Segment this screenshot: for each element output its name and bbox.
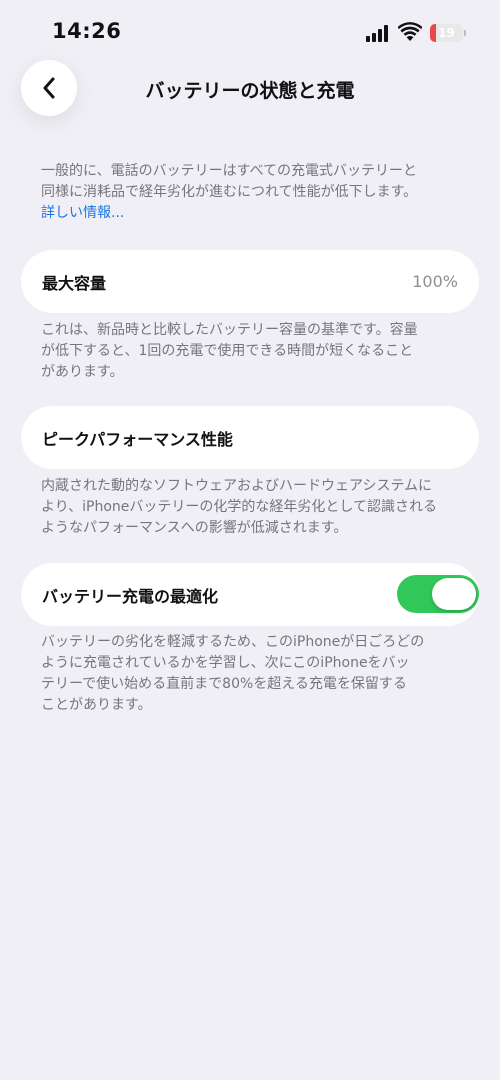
intro-text: 一般的に、電話のバッテリーはすべての充電式バッテリーと 同様に消耗品で経年劣化が… xyxy=(41,161,461,224)
max-capacity-value: 100% xyxy=(412,272,458,291)
note-line: これは、新品時と比較したバッテリー容量の基準です。容量 xyxy=(41,322,418,338)
optimized-charging-toggle[interactable] xyxy=(397,575,479,613)
page-title: バッテリーの状態と充電 xyxy=(145,80,355,102)
note-line: バッテリーの劣化を軽減するため、このiPhoneが日ごろどの xyxy=(41,634,425,650)
status-bar: 14:26 19 xyxy=(0,0,500,60)
battery-health-screen: 14:26 19 バッテリーの状態と充電 一般的に、電話のバッテリーはすべての充… xyxy=(0,0,500,1080)
cellular-signal-icon xyxy=(366,25,390,42)
max-capacity-row: 最大容量 100% xyxy=(21,250,479,313)
optimized-charging-row: バッテリー充電の最適化 xyxy=(21,563,479,626)
note-line: ことがあります。 xyxy=(41,697,152,713)
battery-level-text: 19 xyxy=(438,26,455,40)
peak-performance-row: ピークパフォーマンス性能 xyxy=(21,406,479,469)
max-capacity-note: これは、新品時と比較したバッテリー容量の基準です。容量 が低下すると、1回の充電… xyxy=(41,320,461,383)
toggle-knob xyxy=(432,578,476,610)
max-capacity-label: 最大容量 xyxy=(42,273,107,293)
note-line: テリーで使い始める直前まで80%を超える充電を保留する xyxy=(41,676,407,692)
note-line: ように充電されているかを学習し、次にこのiPhoneをバッ xyxy=(41,655,410,671)
peak-performance-note: 内蔵された動的なソフトウェアおよびハードウェアシステムに より、iPhoneバッ… xyxy=(41,476,461,539)
wifi-icon xyxy=(398,22,422,41)
note-line: 内蔵された動的なソフトウェアおよびハードウェアシステムに xyxy=(41,478,433,494)
intro-line: 同様に消耗品で経年劣化が進むにつれて性能が低下します。 xyxy=(41,184,418,200)
note-line: より、iPhoneバッテリーの化学的な経年劣化として認識される xyxy=(41,499,437,515)
status-time: 14:26 xyxy=(52,19,122,43)
intro-line: 一般的に、電話のバッテリーはすべての充電式バッテリーと xyxy=(41,163,418,179)
peak-performance-label: ピークパフォーマンス性能 xyxy=(42,429,233,449)
note-line: ようなパフォーマンスへの影響が低減されます。 xyxy=(41,520,348,536)
note-line: が低下すると、1回の充電で使用できる時間が短くなること xyxy=(41,343,414,359)
note-line: があります。 xyxy=(41,364,124,380)
learn-more-link[interactable]: 詳しい情報... xyxy=(41,203,124,224)
battery-icon: 19 xyxy=(430,24,466,42)
optimized-charging-note: バッテリーの劣化を軽減するため、このiPhoneが日ごろどの ように充電されてい… xyxy=(41,632,461,716)
optimized-charging-label: バッテリー充電の最適化 xyxy=(42,586,219,606)
